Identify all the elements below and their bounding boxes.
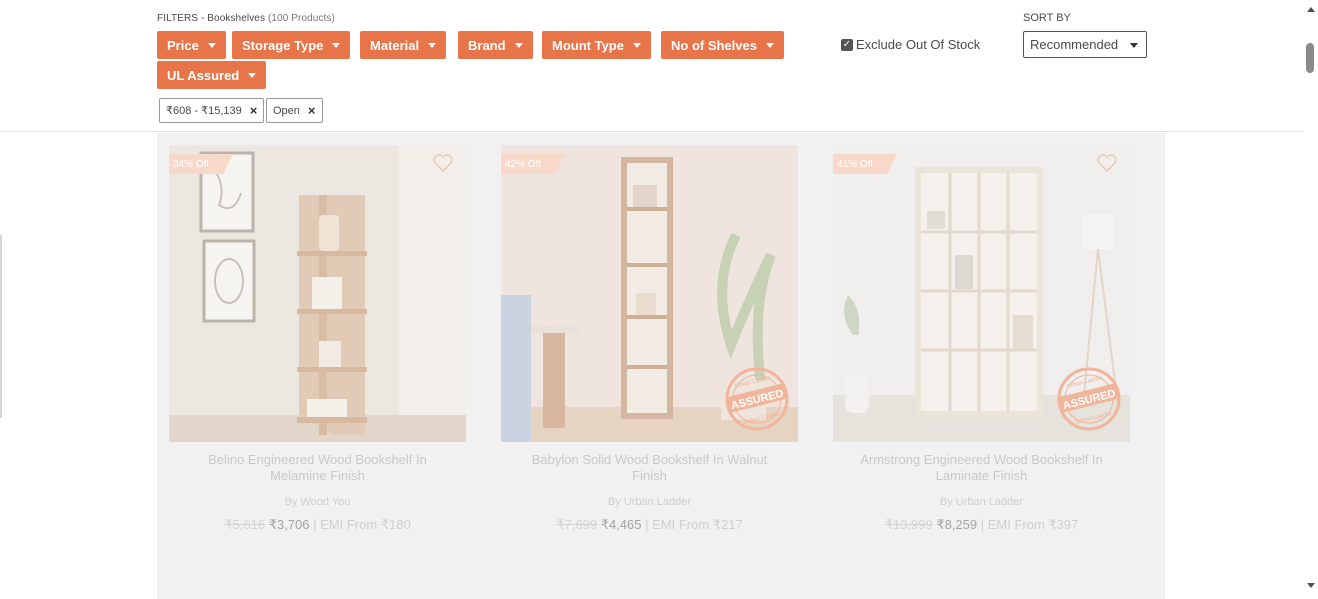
filter-storage-type-button[interactable]: Storage Type	[232, 31, 351, 59]
heart-icon[interactable]	[764, 153, 786, 173]
filter-label: Price	[167, 37, 199, 53]
product-price: ₹13,999 ₹8,259 | EMI From ₹397	[833, 517, 1130, 533]
filter-label: Brand	[468, 37, 506, 53]
ul-assured-badge-icon: ASSURED Urban Ladder Urban Ladder	[1057, 367, 1121, 431]
filter-label: Storage Type	[242, 37, 324, 53]
exclude-checkbox[interactable]: ✓	[841, 38, 853, 51]
filter-label: Mount Type	[552, 37, 624, 53]
product-image[interactable]: 41% Off ASSURED Urban Ladder Urban Ladde…	[833, 145, 1130, 442]
emi-text: | EMI From ₹180	[309, 517, 411, 532]
product-title[interactable]: Armstrong Engineered Wood Bookshelf In L…	[833, 452, 1130, 484]
product-brand: By Urban Ladder	[939, 496, 1024, 508]
original-price: ₹7,699	[556, 517, 598, 532]
emi-text: | EMI From ₹397	[977, 517, 1079, 532]
product-card[interactable]: 42% Off ASSURED Urban Ladder Urban Ladde…	[501, 145, 798, 533]
filter-material-button[interactable]: Material	[360, 31, 447, 59]
original-price: ₹5,616	[224, 517, 266, 532]
caret-down-icon	[248, 72, 257, 78]
product-image[interactable]: 42% Off ASSURED Urban Ladder Urban Ladde…	[501, 145, 798, 442]
chip-label: ₹608 - ₹15,139	[166, 105, 242, 117]
caret-down-icon	[632, 42, 641, 48]
page-scrollbar[interactable]	[1303, 0, 1318, 599]
caret-down-icon	[765, 42, 774, 48]
caret-down-icon	[207, 42, 216, 48]
filter-mount-type-button[interactable]: Mount Type	[542, 31, 651, 59]
left-edge-tab	[0, 235, 2, 418]
exclude-out-of-stock[interactable]: ✓ Exclude Out Of Stock	[841, 37, 980, 52]
filters-bar: FILTERS - Bookshelves (100 Products) Pri…	[0, 0, 1303, 132]
discount-badge: 42% Off	[501, 154, 565, 174]
product-brand: By Urban Ladder	[607, 496, 692, 508]
product-image[interactable]: 34% Off	[169, 145, 466, 442]
filters-prefix: FILTERS -	[157, 13, 208, 24]
filter-brand-button[interactable]: Brand	[458, 31, 533, 59]
product-count: (100 Products)	[267, 13, 335, 24]
product-price: ₹7,699 ₹4,465 | EMI From ₹217	[501, 517, 798, 533]
sale-price: ₹4,465	[600, 517, 642, 532]
close-icon[interactable]: ×	[250, 103, 258, 118]
caret-down-icon	[514, 42, 523, 48]
emi-text: | EMI From ₹217	[641, 517, 743, 532]
scroll-up-arrow-icon[interactable]	[1307, 7, 1315, 12]
active-filter-chip-open[interactable]: Open ×	[266, 98, 323, 123]
product-title[interactable]: Belino Engineered Wood Bookshelf In Mela…	[169, 452, 466, 484]
filters-category: Bookshelves	[207, 13, 266, 24]
heart-icon[interactable]	[1096, 153, 1118, 173]
discount-badge: 41% Off	[833, 154, 897, 174]
sort-value: Recommended	[1030, 37, 1119, 52]
scrollbar-thumb[interactable]	[1306, 43, 1314, 73]
filter-label: No of Shelves	[671, 37, 757, 53]
original-price: ₹13,999	[884, 517, 933, 532]
sort-label: SORT BY	[1023, 12, 1071, 24]
product-card[interactable]: 41% Off ASSURED Urban Ladder Urban Ladde…	[833, 145, 1130, 533]
filter-label: UL Assured	[167, 67, 240, 83]
close-icon[interactable]: ×	[308, 103, 316, 118]
chip-label: Open	[273, 104, 300, 117]
filters-title: FILTERS - Bookshelves (100 Products)	[157, 13, 335, 24]
product-title[interactable]: Babylon Solid Wood Bookshelf In Walnut F…	[501, 452, 798, 484]
chevron-down-icon	[1130, 43, 1138, 48]
filter-label: Material	[370, 37, 420, 53]
caret-down-icon	[332, 42, 341, 48]
filter-price-button[interactable]: Price	[157, 31, 226, 59]
filter-ul-assured-button[interactable]: UL Assured	[157, 61, 267, 89]
product-brand: By Wood You	[284, 496, 351, 508]
heart-icon[interactable]	[432, 153, 454, 173]
sale-price: ₹8,259	[936, 517, 978, 532]
discount-badge: 34% Off	[169, 154, 233, 174]
sale-price: ₹3,706	[268, 517, 310, 532]
product-price: ₹5,616 ₹3,706 | EMI From ₹180	[169, 517, 466, 533]
active-filter-chip-price[interactable]: ₹608 - ₹15,139 ×	[159, 98, 265, 123]
exclude-label: Exclude Out Of Stock	[856, 37, 981, 52]
caret-down-icon	[428, 42, 437, 48]
ul-assured-badge-icon: ASSURED Urban Ladder Urban Ladder	[725, 367, 789, 431]
sort-select[interactable]: Recommended	[1023, 31, 1147, 58]
scroll-down-arrow-icon[interactable]	[1307, 583, 1315, 588]
filter-no-of-shelves-button[interactable]: No of Shelves	[661, 31, 784, 59]
product-card[interactable]: 34% Off Belino Engineered Wood Bookshelf…	[169, 145, 466, 533]
corner-bookshelf-illustration	[169, 145, 466, 442]
